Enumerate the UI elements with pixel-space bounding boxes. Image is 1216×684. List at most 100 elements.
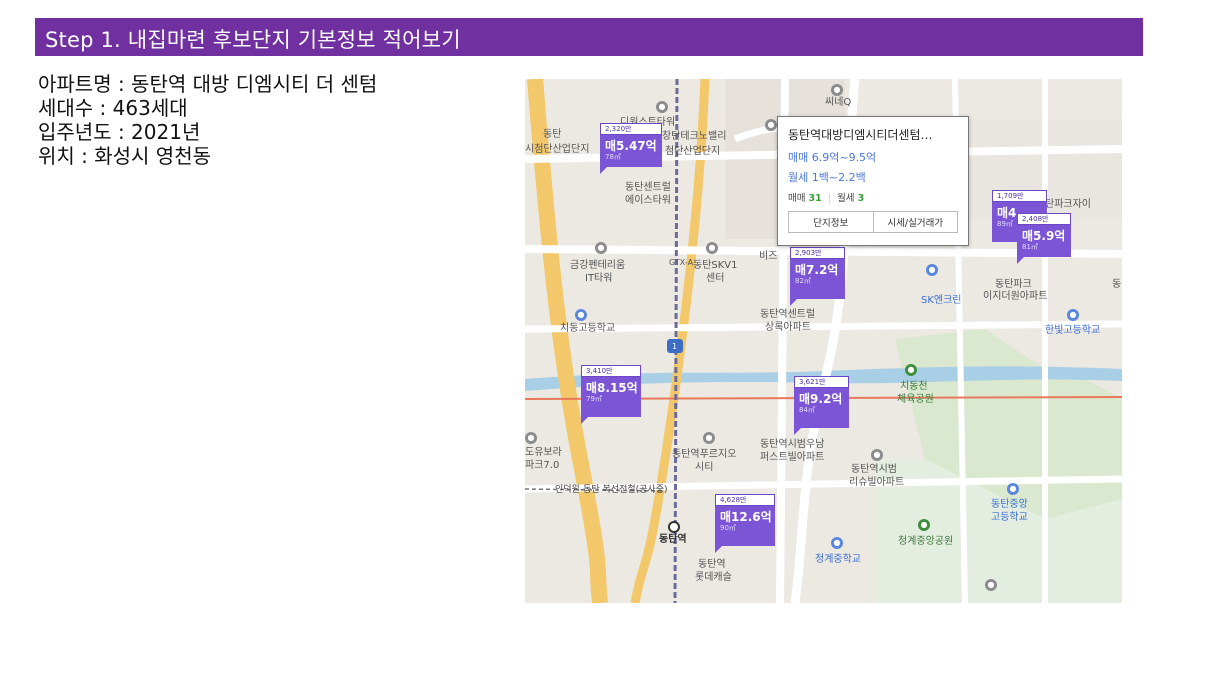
map-label-railway: 인덕원-동탄 복선전철(공사중) xyxy=(555,485,668,495)
marker-count: 2,408만 xyxy=(1017,213,1071,225)
map-label: 동탄SKV1 xyxy=(693,260,738,271)
popup-buttons: 단지정보 시세/실거래가 xyxy=(788,211,958,233)
map-label: 동탄센트럴 xyxy=(625,182,671,193)
marker-price: 매12.6억 xyxy=(720,510,772,524)
gas-station-icon: ● xyxy=(926,264,938,276)
building-icon: ● xyxy=(525,432,537,444)
price-marker[interactable]: 4,628만 매12.6억 90㎡ xyxy=(715,494,775,553)
popup-rent-label: 월세 xyxy=(837,193,855,204)
marker-body: 매8.15억 79㎡ xyxy=(581,377,641,417)
building-icon: ● xyxy=(703,432,715,444)
map-label-station: 동탄역 xyxy=(659,534,687,545)
price-marker[interactable]: 2,903만 매7.2억 82㎡ xyxy=(790,247,845,306)
map-label: 동탄역시범우남 xyxy=(760,439,825,450)
price-history-button[interactable]: 시세/실거래가 xyxy=(872,212,958,232)
popup-complex-name[interactable]: 동탄역대방디엠시티더센텀… xyxy=(788,126,958,143)
building-icon: ● xyxy=(706,242,718,254)
building-icon: ● xyxy=(871,449,883,461)
household-count: 세대수 : 463세대 xyxy=(38,96,188,120)
building-icon: ● xyxy=(595,242,607,254)
marker-count: 3,621만 xyxy=(794,376,849,388)
school-icon: ● xyxy=(1007,483,1019,495)
school-icon: ● xyxy=(1067,309,1079,321)
marker-count: 2,320만 xyxy=(600,123,662,135)
map-label: 동탄역푸르지오 xyxy=(672,449,737,460)
map-label: IT타워 xyxy=(585,273,613,284)
move-in-year: 입주년도 : 2021년 xyxy=(38,120,201,144)
map-label: 청계중앙공원 xyxy=(898,536,954,547)
complex-info-button[interactable]: 단지정보 xyxy=(789,212,873,232)
map-view[interactable]: 1 ● ● ● ● ● ● ● ● ● ● ● ● ● ● ● ● 씨네Q 동탄… xyxy=(525,79,1122,603)
step-title-bar: Step 1. 내집마련 후보단지 기본정보 적어보기 xyxy=(35,18,1143,56)
map-label: 동탄 xyxy=(543,129,562,140)
popup-sale-label: 매매 xyxy=(788,193,806,204)
map-label: SK엔크린 xyxy=(921,295,962,306)
popup-sale-range: 매매 6.9억~9.5억 xyxy=(788,151,877,164)
popup-rent-count: 3 xyxy=(857,193,865,204)
complex-info: 아파트명 : 동탄역 대방 디엠시티 더 센텀 세대수 : 463세대 입주년도… xyxy=(38,72,377,168)
marker-area: 90㎡ xyxy=(720,524,736,532)
marker-price: 매8.15억 xyxy=(586,381,638,395)
route-shield-label: 1 xyxy=(672,342,678,351)
map-label: 시티 xyxy=(695,462,714,473)
complex-popup: 동탄역대방디엠시티더센텀… 매매 6.9억~9.5억 월세 1백~2.2백 매매… xyxy=(777,116,969,246)
popup-rent-range: 월세 1백~2.2백 xyxy=(788,171,866,184)
marker-price: 매5.47억 xyxy=(605,139,657,153)
map-label: 씨네Q xyxy=(825,97,852,108)
marker-count: 1,709만 xyxy=(992,190,1047,202)
marker-count: 2,903만 xyxy=(790,247,845,259)
step-title: Step 1. 내집마련 후보단지 기본정보 적어보기 xyxy=(45,28,461,52)
marker-count: 3,410만 xyxy=(581,365,641,377)
map-label: 청계중학교 xyxy=(815,554,861,565)
map-label: 고등학교 xyxy=(991,512,1028,523)
marker-body: 매5.9억 81㎡ xyxy=(1017,225,1071,257)
marker-tail xyxy=(790,299,804,306)
map-label: 탄파크자이 xyxy=(1045,199,1091,210)
marker-tail xyxy=(1017,257,1031,264)
marker-price: 매5.9억 xyxy=(1022,229,1066,243)
map-label: 체육공원 xyxy=(897,394,934,405)
map-label: 비즈 xyxy=(759,251,778,262)
map-label: 도유보라 xyxy=(525,447,562,458)
map-label: 치동천 xyxy=(900,381,928,392)
marker-tail xyxy=(600,167,614,174)
location: 위치 : 화성시 영천동 xyxy=(38,144,212,168)
map-label: 치동고등학교 xyxy=(560,323,616,334)
price-marker[interactable]: 3,410만 매8.15억 79㎡ xyxy=(581,365,641,424)
marker-area: 84㎡ xyxy=(799,406,815,414)
map-label: 상록아파트 xyxy=(765,322,811,333)
building-icon: ● xyxy=(765,119,777,131)
popup-sale-count: 31 xyxy=(808,193,822,204)
apartment-name: 아파트명 : 동탄역 대방 디엠시티 더 센텀 xyxy=(38,72,378,96)
map-label: 창탄테크노밸리 xyxy=(662,131,727,142)
map-label: 파크7.0 xyxy=(525,460,560,471)
map-label: 롯데캐슬 xyxy=(695,572,732,583)
marker-area: 81㎡ xyxy=(1022,243,1038,251)
price-marker[interactable]: 2,320만 매5.47억 78㎡ xyxy=(600,123,662,174)
marker-tail xyxy=(581,417,595,424)
map-label: 이지더원아파트 xyxy=(983,291,1048,302)
marker-area: 78㎡ xyxy=(605,153,621,161)
marker-price: 매7.2억 xyxy=(795,263,839,277)
map-label: 동탄역 xyxy=(698,559,726,570)
map-label: 시첨단산업단지 xyxy=(525,144,590,155)
marker-tail xyxy=(794,428,808,435)
marker-price: 매9.2억 xyxy=(799,392,843,406)
marker-area: 82㎡ xyxy=(795,277,811,285)
marker-body: 매9.2억 84㎡ xyxy=(794,388,849,428)
map-label: 한빛고등학교 xyxy=(1045,325,1101,336)
map-label: GTX-A xyxy=(669,258,694,267)
price-marker[interactable]: 3,621만 매9.2억 84㎡ xyxy=(794,376,849,435)
building-icon: ● xyxy=(985,579,997,591)
map-label: 동탄파크 xyxy=(995,279,1032,290)
map-label: 동탄역시범 xyxy=(851,464,897,475)
price-marker[interactable]: 2,408만 매5.9억 81㎡ xyxy=(1017,213,1071,264)
cinema-icon: ● xyxy=(831,84,843,96)
marker-area: 79㎡ xyxy=(586,395,602,403)
map-label: 금강펜테리움 xyxy=(570,260,626,271)
marker-body: 매7.2억 82㎡ xyxy=(790,259,845,299)
popup-listing-counts: 매매 31 | 월세 3 xyxy=(788,193,865,204)
map-label: 첨단산업단지 xyxy=(665,146,721,157)
marker-body: 매12.6억 90㎡ xyxy=(715,506,775,546)
school-icon: ● xyxy=(575,309,587,321)
